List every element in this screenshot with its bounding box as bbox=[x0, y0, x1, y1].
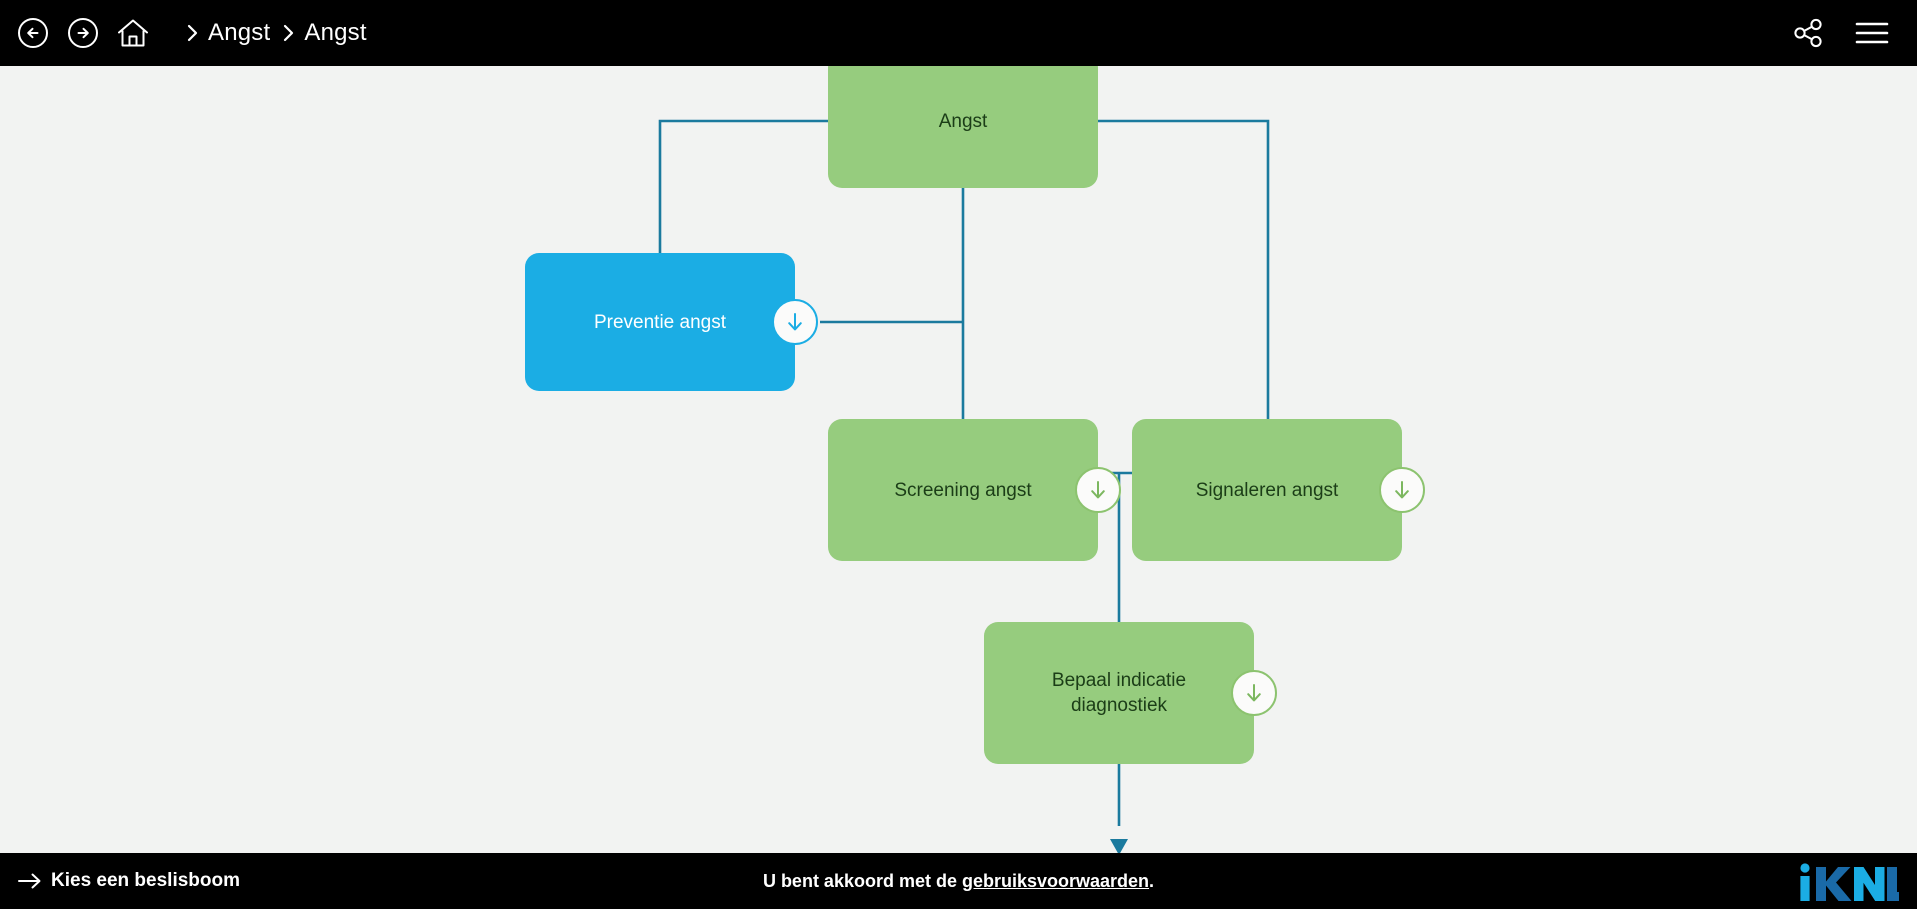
node-label: Angst bbox=[938, 110, 988, 132]
breadcrumb-label-1: Angst bbox=[208, 19, 271, 46]
node-angst[interactable]: Angst bbox=[828, 66, 1098, 188]
footer-bar: U bent akkoord met de gebruiksvoorwaarde… bbox=[0, 853, 1917, 909]
terms-suffix: . bbox=[1149, 870, 1155, 891]
node-label: Signaleren angst bbox=[1195, 479, 1339, 501]
chevron-right-icon bbox=[276, 18, 302, 48]
forward-button[interactable] bbox=[60, 10, 106, 56]
decision-tree-canvas[interactable]: Angst Preventie angst Screening angst Si… bbox=[0, 66, 1917, 853]
iknl-logo[interactable] bbox=[1793, 859, 1899, 903]
node-preventie-angst-expand-badge[interactable] bbox=[772, 299, 818, 345]
top-navigation-bar: Angst Angst bbox=[0, 0, 1917, 66]
node-label: Screening angst bbox=[894, 479, 1032, 501]
navigation-icon-group bbox=[10, 10, 156, 56]
node-preventie-angst[interactable]: Preventie angst bbox=[525, 253, 795, 391]
node-screening-angst-expand-badge[interactable] bbox=[1075, 467, 1121, 513]
arrow-down-icon bbox=[788, 313, 802, 331]
menu-button[interactable] bbox=[1849, 10, 1895, 56]
node-bepaal-indicatie-diagnostiek[interactable]: Bepaal indicatie diagnostiek bbox=[984, 622, 1254, 764]
arrow-down-icon bbox=[1395, 481, 1409, 499]
arrow-down-icon bbox=[1091, 481, 1105, 499]
breadcrumb-item-1[interactable]: Angst bbox=[180, 18, 276, 48]
arrow-down-icon bbox=[1247, 684, 1261, 702]
breadcrumb: Angst Angst bbox=[180, 18, 373, 48]
terms-prefix: U bent akkoord met de bbox=[762, 870, 962, 891]
breadcrumb-item-2[interactable]: Angst bbox=[276, 18, 372, 48]
node-bepaal-indicatie-diagnostiek-expand-badge[interactable] bbox=[1231, 670, 1277, 716]
iknl-logo-mark bbox=[1800, 863, 1899, 901]
home-button[interactable] bbox=[110, 10, 156, 56]
node-screening-angst[interactable]: Screening angst bbox=[828, 419, 1098, 561]
terms-notice: U bent akkoord met de gebruiksvoorwaarde… bbox=[0, 871, 1917, 892]
node-signaleren-angst[interactable]: Signaleren angst bbox=[1132, 419, 1402, 561]
arrow-right-icon bbox=[18, 872, 42, 890]
terms-link[interactable]: gebruiksvoorwaarden bbox=[962, 871, 1149, 891]
chevron-right-icon bbox=[180, 18, 206, 48]
node-signaleren-angst-expand-badge[interactable] bbox=[1379, 467, 1425, 513]
share-button[interactable] bbox=[1785, 10, 1831, 56]
topbar-actions bbox=[1785, 10, 1895, 56]
back-button[interactable] bbox=[10, 10, 56, 56]
choose-decision-tree-label: Kies een beslisboom bbox=[51, 870, 241, 891]
breadcrumb-label-2: Angst bbox=[304, 19, 367, 46]
node-label: Bepaal indicatie diagnostiek bbox=[1051, 670, 1187, 716]
choose-decision-tree-button[interactable]: Kies een beslisboom bbox=[18, 870, 240, 892]
node-label: Preventie angst bbox=[593, 311, 727, 333]
